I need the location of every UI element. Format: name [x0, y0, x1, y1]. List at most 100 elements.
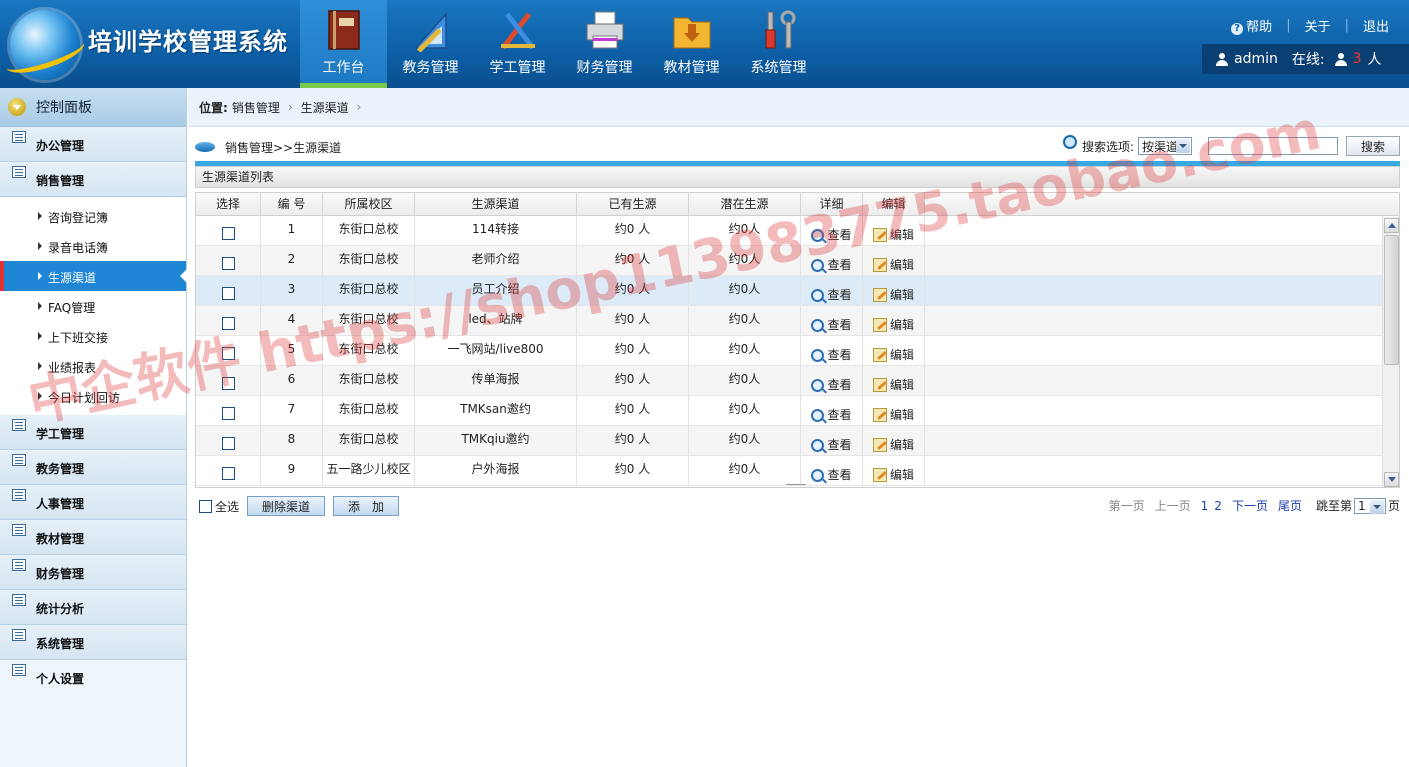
edit-label: 编辑 [889, 228, 914, 242]
view-link[interactable]: 查看 [811, 342, 852, 368]
table-row[interactable]: 1 东街口总校 114转接 约0 人约0人 查看 编辑 [196, 216, 1399, 246]
breadcrumb-item[interactable]: 生源渠道 [301, 99, 349, 116]
menu-group-personal-settings[interactable]: 个人设置 [0, 660, 186, 695]
scroll-thumb[interactable] [1384, 235, 1399, 365]
select-cell [196, 336, 261, 365]
first-page-link[interactable]: 第一页 [1109, 497, 1145, 514]
nav-workbench[interactable]: 工作台 [300, 0, 387, 88]
row-checkbox[interactable] [221, 377, 235, 390]
add-button[interactable]: 添 加 [333, 496, 400, 516]
row-checkbox[interactable] [221, 287, 235, 300]
view-link[interactable]: 查看 [811, 222, 852, 248]
search-input[interactable] [1208, 137, 1338, 155]
nav-academic[interactable]: 教务管理 [387, 0, 474, 88]
sidebar-item-consult-register[interactable]: 咨询登记簿 [0, 201, 186, 231]
table-row[interactable]: 2 东街口总校 老师介绍 约0 人约0人 查看 编辑 [196, 246, 1399, 276]
view-link[interactable]: 查看 [811, 282, 852, 308]
logout-link[interactable]: 退出 [1363, 16, 1389, 35]
nav-finance[interactable]: 财务管理 [561, 0, 648, 88]
about-link[interactable]: 关于 [1305, 16, 1331, 35]
menu-group-finance[interactable]: 财务管理 [0, 555, 186, 590]
prev-page-link[interactable]: 上一页 [1155, 497, 1191, 514]
view-link[interactable]: 查看 [811, 402, 852, 428]
select-all-checkbox[interactable] [199, 499, 212, 513]
view-link[interactable]: 查看 [811, 312, 852, 338]
search-button[interactable]: 搜索 [1346, 136, 1400, 156]
channel-cell: 老师介绍 [415, 246, 577, 275]
table-row[interactable]: 9 五一路少儿校区 户外海报 约0 人约0人 查看 编辑 [196, 456, 1399, 486]
edit-link[interactable]: 编辑 [872, 432, 914, 458]
menu-group-system[interactable]: 系统管理 [0, 625, 186, 660]
existing-cell: 约0 人 [577, 306, 689, 335]
table-row[interactable]: 8 东街口总校 TMKqiu邀约 约0 人约0人 查看 编辑 [196, 426, 1399, 456]
sidebar-item-today-followup[interactable]: 今日计划回访 [0, 381, 186, 411]
page-link[interactable]: 2 [1214, 499, 1222, 513]
edit-cell: 编辑 [863, 246, 925, 275]
table-row[interactable]: 6 东街口总校 传单海报 约0 人约0人 查看 编辑 [196, 366, 1399, 396]
existing-cell: 约0 人 [577, 276, 689, 305]
menu-group-academic[interactable]: 教务管理 [0, 450, 186, 485]
arrow-right-icon [38, 392, 42, 400]
edit-link[interactable]: 编辑 [872, 312, 914, 338]
view-link[interactable]: 查看 [811, 372, 852, 398]
resize-grip-icon[interactable] [786, 484, 806, 487]
view-label: 查看 [827, 408, 852, 422]
row-checkbox[interactable] [221, 227, 235, 240]
row-checkbox[interactable] [221, 407, 235, 420]
sidebar-item-faq[interactable]: FAQ管理 [0, 291, 186, 321]
menu-group-sales[interactable]: 销售管理 [0, 162, 186, 197]
sidebar-item-call-records[interactable]: 录音电话簿 [0, 231, 186, 261]
scroll-down-icon[interactable] [1384, 472, 1399, 487]
table-row[interactable]: 3 东街口总校 员工介绍 约0 人约0人 查看 编辑 [196, 276, 1399, 306]
page-jump: 跳至第 1 页 [1316, 497, 1400, 514]
sidebar-item-performance-report[interactable]: 业绩报表 [0, 351, 186, 381]
menu-group-label: 财务管理 [36, 567, 85, 581]
row-checkbox[interactable] [221, 257, 235, 270]
col-header: 编 号 [261, 193, 323, 215]
table-row[interactable]: 5 东街口总校 一飞网站/live800 约0 人约0人 查看 编辑 [196, 336, 1399, 366]
help-link[interactable]: ? 帮助 [1231, 16, 1272, 35]
menu-group-office[interactable]: 办公管理 [0, 127, 186, 162]
search-option-select[interactable]: 按渠道 [1138, 137, 1192, 155]
edit-link[interactable]: 编辑 [872, 402, 914, 428]
last-page-link[interactable]: 尾页 [1278, 497, 1302, 514]
table-row[interactable]: 4 东街口总校 led、站牌 约0 人约0人 查看 编辑 [196, 306, 1399, 336]
row-checkbox[interactable] [221, 437, 235, 450]
view-link[interactable]: 查看 [811, 432, 852, 458]
menu-group-materials[interactable]: 教材管理 [0, 520, 186, 555]
page-link[interactable]: 1 [1201, 499, 1209, 513]
nav-student-affairs[interactable]: 学工管理 [474, 0, 561, 88]
existing-cell: 约0 人 [577, 366, 689, 395]
sidebar-item-student-channels[interactable]: 生源渠道 [0, 261, 187, 291]
edit-link[interactable]: 编辑 [872, 222, 914, 248]
view-link[interactable]: 查看 [811, 462, 852, 487]
delete-channel-button[interactable]: 删除渠道 [247, 496, 326, 516]
row-checkbox[interactable] [221, 467, 235, 480]
view-link[interactable]: 查看 [811, 252, 852, 278]
nav-materials[interactable]: 教材管理 [648, 0, 735, 88]
edit-pencil-icon [872, 468, 887, 482]
id-cell: 9 [261, 456, 323, 485]
edit-link[interactable]: 编辑 [872, 462, 914, 487]
nav-label: 系统管理 [750, 60, 807, 76]
edit-link[interactable]: 编辑 [872, 252, 914, 278]
row-checkbox[interactable] [221, 347, 235, 360]
edit-link[interactable]: 编辑 [872, 282, 914, 308]
vertical-scrollbar[interactable] [1382, 217, 1399, 487]
scroll-up-icon[interactable] [1384, 218, 1399, 233]
nav-system[interactable]: 系统管理 [735, 0, 822, 88]
edit-link[interactable]: 编辑 [872, 342, 914, 368]
next-page-link[interactable]: 下一页 [1232, 497, 1268, 514]
menu-group-student-affairs[interactable]: 学工管理 [0, 415, 186, 450]
control-panel-header[interactable]: 控制面板 [0, 88, 186, 127]
menu-group-hr[interactable]: 人事管理 [0, 485, 186, 520]
row-checkbox[interactable] [221, 317, 235, 330]
edit-link[interactable]: 编辑 [872, 372, 914, 398]
sidebar-item-shift-handover[interactable]: 上下班交接 [0, 321, 186, 351]
menu-group-statistics[interactable]: 统计分析 [0, 590, 186, 625]
page-jump-select[interactable]: 1 [1353, 497, 1386, 514]
edit-label: 编辑 [889, 288, 914, 302]
select-all[interactable]: 全选 [199, 498, 239, 515]
table-row[interactable]: 7 东街口总校 TMKsan邀约 约0 人约0人 查看 编辑 [196, 396, 1399, 426]
breadcrumb-item[interactable]: 销售管理 [232, 99, 280, 116]
